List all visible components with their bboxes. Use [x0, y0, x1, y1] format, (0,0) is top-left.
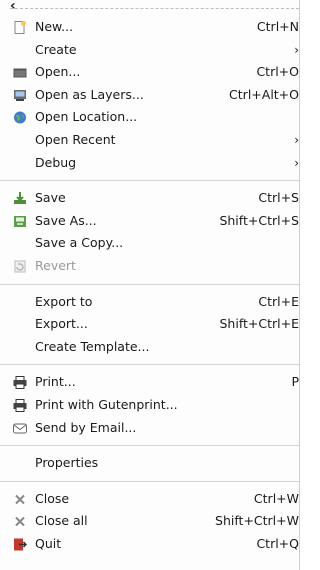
menu-item-shortcut: Ctrl+W — [253, 490, 299, 506]
submenu-arrow-icon: › — [294, 132, 299, 147]
submenu-arrow-icon: › — [294, 42, 299, 57]
menu-item-label: Debug — [35, 154, 77, 170]
menu-item-shortcut: Shift+Ctrl+E — [219, 316, 300, 332]
menu-item-shortcut: Ctrl+N — [256, 19, 299, 34]
menu-item-label: Create — [35, 41, 77, 57]
menu-item-label: Open as Layers... — [35, 86, 144, 102]
menu-item-debug[interactable]: Debug › — [0, 152, 299, 175]
menu-separator — [0, 445, 299, 447]
menu-item-quit[interactable]: Quit Ctrl+Q — [0, 533, 299, 556]
revert-icon — [14, 260, 26, 273]
save-as-icon — [14, 215, 26, 227]
menu-item-label: Quit — [35, 535, 62, 551]
submenu-arrow-icon: › — [294, 155, 299, 170]
email-icon — [13, 423, 27, 433]
menu-item-label: Save — [35, 190, 66, 206]
menu-item-save-a-copy[interactable]: Save a Copy... — [0, 232, 299, 255]
menu-item-open-location[interactable]: Open Location... — [0, 106, 299, 129]
menu-item-label: Save As... — [35, 212, 97, 228]
back-arrow-icon[interactable]: ‹ — [10, 0, 16, 14]
menu-item-label: Export to — [35, 293, 93, 309]
menu-item-label: Send by Email... — [35, 419, 137, 435]
menu-item-close-all[interactable]: Close all Shift+Ctrl+W — [0, 510, 299, 533]
menu-item-open-as-layers[interactable]: Open as Layers... Ctrl+Alt+O — [0, 84, 299, 107]
menu-item-new[interactable]: New... Ctrl+N — [0, 16, 299, 39]
menu-item-shortcut: Ctrl+O — [256, 64, 299, 80]
menu-item-label: Print with Gutenprint... — [35, 396, 178, 412]
menu-item-open-recent[interactable]: Open Recent › — [0, 129, 299, 152]
menu-item-shortcut: Ctrl+Q — [256, 535, 299, 551]
printer-icon — [13, 398, 27, 412]
file-menu: ‹ New... Ctrl+N Create › Open... Ctrl+O … — [0, 0, 300, 570]
menu-item-label: Open Recent — [35, 131, 116, 147]
menu-item-send-email[interactable]: Send by Email... — [0, 417, 299, 440]
menu-item-label: Save a Copy... — [35, 235, 124, 251]
quit-icon — [14, 538, 27, 551]
menu-item-export[interactable]: Export... Shift+Ctrl+E — [0, 313, 299, 336]
open-layers-icon — [14, 89, 26, 101]
menu-item-label: Open Location... — [35, 109, 138, 125]
open-folder-icon — [13, 68, 27, 78]
new-file-icon — [14, 21, 26, 34]
menu-item-save-as[interactable]: Save As... Shift+Ctrl+S — [0, 210, 299, 233]
menu-separator — [0, 180, 299, 182]
menu-item-shortcut: Ctrl+S — [258, 190, 299, 206]
menu-item-shortcut: Shift+Ctrl+W — [215, 513, 299, 529]
close-icon — [15, 517, 25, 527]
menu-tearoff[interactable]: ‹ — [0, 0, 299, 16]
menu-separator — [0, 364, 299, 366]
menu-item-export-to[interactable]: Export to Ctrl+E — [0, 291, 299, 314]
menu-item-create[interactable]: Create › — [0, 39, 299, 62]
menu-item-close[interactable]: Close Ctrl+W — [0, 488, 299, 511]
menu-item-label: Export... — [35, 316, 88, 332]
menu-item-properties[interactable]: Properties — [0, 452, 299, 475]
menu-item-label: Properties — [35, 455, 99, 471]
menu-item-label: Close all — [35, 513, 88, 529]
menu-item-revert[interactable]: Revert — [0, 255, 299, 278]
menu-separator — [0, 283, 299, 285]
close-icon — [15, 494, 25, 504]
menu-item-save[interactable]: Save Ctrl+S — [0, 187, 299, 210]
menu-item-label: New... — [35, 19, 74, 34]
tearoff-dashes — [10, 8, 299, 9]
menu-item-label: Open... — [35, 64, 81, 80]
menu-item-open[interactable]: Open... Ctrl+O — [0, 61, 299, 84]
menu-separator — [0, 480, 299, 482]
printer-icon — [13, 376, 27, 390]
menu-item-label: Create Template... — [35, 338, 150, 354]
save-icon — [14, 192, 26, 205]
menu-item-label: Revert — [35, 257, 76, 273]
menu-item-label: Print... — [35, 374, 76, 390]
menu-item-shortcut: Shift+Ctrl+S — [219, 212, 299, 228]
menu-item-print-gutenprint[interactable]: Print with Gutenprint... — [0, 394, 299, 417]
menu-item-shortcut: P — [291, 374, 299, 390]
menu-item-create-template[interactable]: Create Template... — [0, 336, 299, 359]
globe-icon — [14, 111, 26, 124]
menu-item-print[interactable]: Print... P — [0, 371, 299, 394]
menu-item-shortcut: Ctrl+Alt+O — [229, 86, 299, 102]
menu-item-label: Close — [35, 490, 70, 506]
menu-item-shortcut: Ctrl+E — [258, 293, 299, 309]
